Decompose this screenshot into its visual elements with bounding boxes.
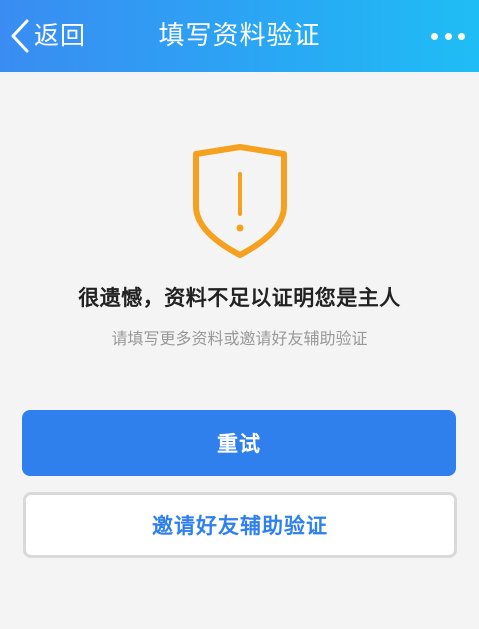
page-title: 填写资料验证	[158, 21, 321, 51]
more-dots-icon	[458, 32, 465, 40]
more-dots-icon	[431, 32, 438, 40]
result-headline: 很遗憾，资料不足以证明您是主人	[78, 286, 401, 310]
shield-warning-icon	[193, 144, 287, 258]
more-dots-icon	[444, 32, 452, 40]
retry-button[interactable]: 重试	[22, 410, 456, 476]
app-header: 返回 填写资料验证	[0, 0, 479, 72]
invite-friend-button[interactable]: 邀请好友辅助验证	[23, 492, 457, 558]
more-button[interactable]	[431, 26, 465, 46]
result-subline: 请填写更多资料或邀请好友辅助验证	[111, 329, 368, 348]
